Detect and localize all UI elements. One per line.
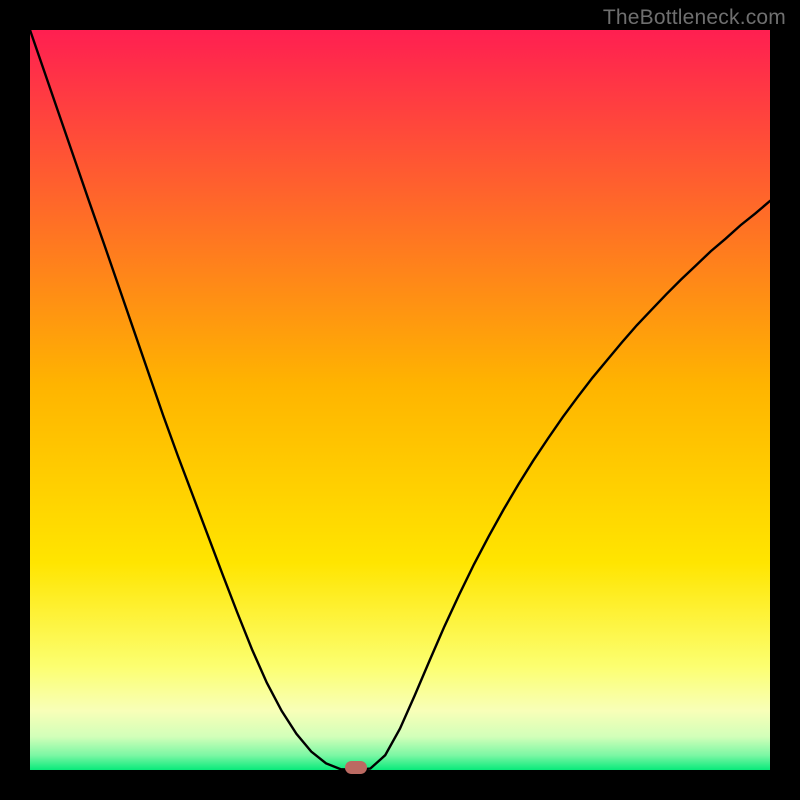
chart-frame: TheBottleneck.com xyxy=(0,0,800,800)
optimum-marker xyxy=(345,761,367,774)
chart-svg xyxy=(30,30,770,770)
plot-area xyxy=(30,30,770,770)
gradient-background xyxy=(30,30,770,770)
watermark-text: TheBottleneck.com xyxy=(603,6,786,30)
